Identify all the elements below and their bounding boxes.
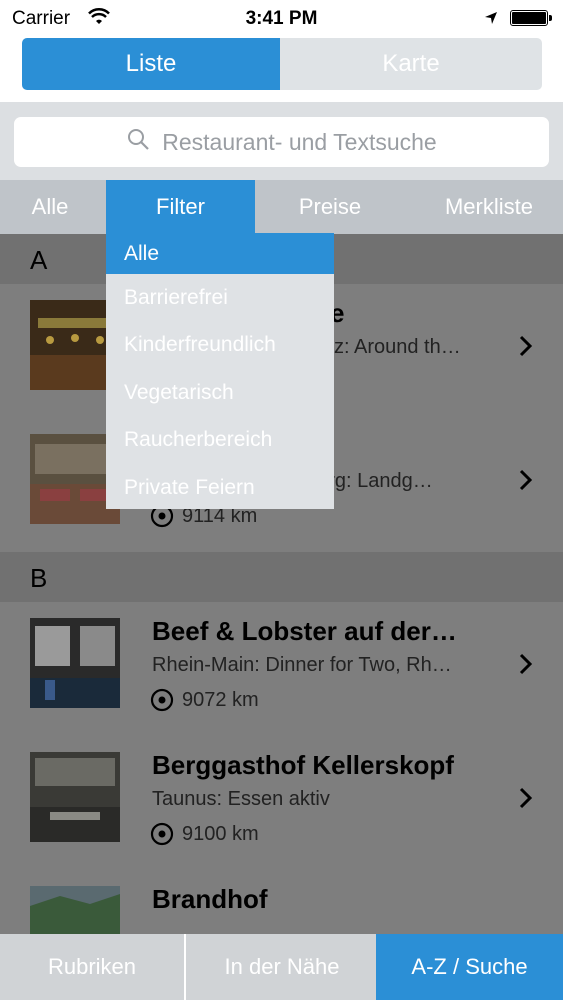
- clock: 3:41 PM: [245, 8, 318, 29]
- restaurant-subtitle: Taunus: Essen aktiv: [152, 788, 330, 810]
- filter-option-kinderfreundlich[interactable]: Kinderfreundlich: [106, 322, 334, 370]
- segment-map[interactable]: Karte: [280, 38, 542, 90]
- filter-option-raucherbereich[interactable]: Raucherbereich: [106, 417, 334, 465]
- bottom-tab-bar: Rubriken In der Nähe A-Z / Suche: [0, 934, 563, 1000]
- tab-filter[interactable]: Filter: [106, 180, 255, 234]
- search-bar: Restaurant- und Textsuche: [0, 102, 563, 180]
- tab-preise[interactable]: Preise: [255, 180, 405, 234]
- distance-value: 9100 km: [182, 822, 259, 845]
- distance-icon: [150, 688, 174, 712]
- search-input[interactable]: Restaurant- und Textsuche: [14, 117, 549, 167]
- chevron-right-icon: [519, 787, 533, 809]
- restaurant-thumbnail: [30, 752, 120, 842]
- tab-in-der-naehe[interactable]: In der Nähe: [188, 934, 376, 1000]
- tab-rubriken[interactable]: Rubriken: [0, 934, 186, 1000]
- location-arrow-icon: [484, 11, 498, 30]
- view-switcher: Liste Karte: [0, 36, 563, 102]
- section-letter: B: [30, 563, 48, 593]
- list-item[interactable]: Beef & Lobster auf der… Rhein-Main: Dinn…: [0, 602, 563, 736]
- filter-option-private-feiern[interactable]: Private Feiern: [106, 464, 334, 512]
- restaurant-name: Berggasthof Kellerskopf: [152, 750, 454, 780]
- tab-merkliste[interactable]: Merkliste: [415, 180, 563, 234]
- list-item[interactable]: Berggasthof Kellerskopf Taunus: Essen ak…: [0, 736, 563, 870]
- search-placeholder: Restaurant- und Textsuche: [162, 128, 437, 155]
- restaurant-thumbnail: [30, 618, 120, 708]
- segment-list[interactable]: Liste: [22, 38, 280, 90]
- section-letter: A: [30, 245, 48, 275]
- tab-a-z-suche[interactable]: A-Z / Suche: [376, 934, 563, 1000]
- restaurant-subtitle: z: Around th…: [334, 336, 461, 358]
- restaurant-thumbnail: [30, 886, 120, 934]
- distance-icon: [150, 822, 174, 846]
- restaurant-subtitle: Rhein-Main: Dinner for Two, Rh…: [152, 654, 452, 676]
- filter-dropdown: Alle Barrierefrei Kinderfreundlich Veget…: [106, 233, 334, 509]
- chevron-right-icon: [519, 653, 533, 675]
- chevron-right-icon: [519, 335, 533, 357]
- filter-option-vegetarisch[interactable]: Vegetarisch: [106, 369, 334, 417]
- restaurant-distance: 9100 km: [150, 822, 259, 846]
- tab-alle[interactable]: Alle: [0, 180, 100, 234]
- filter-tab-bar: Alle Filter Preise Merkliste: [0, 180, 563, 234]
- list-item[interactable]: Brandhof: [0, 870, 563, 934]
- filter-option-alle[interactable]: Alle: [106, 233, 334, 274]
- restaurant-name: Beef & Lobster auf der…: [152, 616, 457, 646]
- status-bar: Carrier 3:41 PM: [0, 0, 563, 36]
- restaurant-distance: 9072 km: [150, 688, 259, 712]
- section-header: B: [0, 552, 563, 602]
- battery-icon: [510, 10, 552, 26]
- distance-value: 9072 km: [182, 688, 259, 711]
- restaurant-name: Brandhof: [152, 884, 268, 914]
- search-icon: [126, 127, 150, 157]
- filter-option-barrierefrei[interactable]: Barrierefrei: [106, 274, 334, 322]
- chevron-right-icon: [519, 469, 533, 491]
